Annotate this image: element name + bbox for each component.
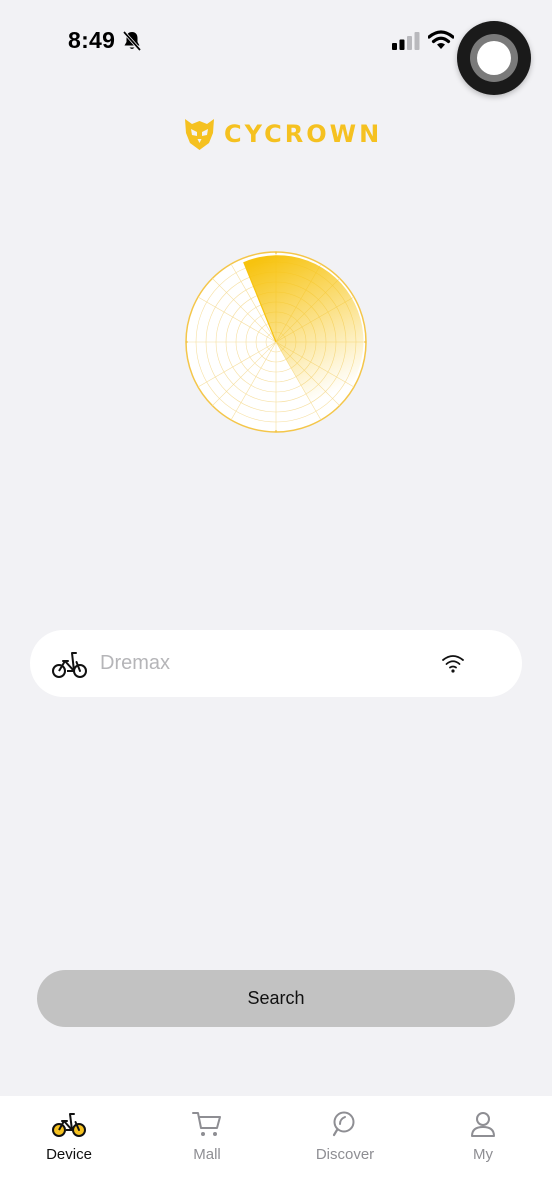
- status-time: 8:49: [68, 27, 116, 53]
- cart-icon: [192, 1112, 221, 1136]
- wifi-icon: [442, 655, 464, 673]
- tab-label: Device: [46, 1146, 92, 1163]
- tab-device[interactable]: Device: [19, 1110, 119, 1174]
- radar-scanner: [185, 251, 367, 433]
- device-name: Dremax: [100, 652, 171, 674]
- wifi-icon: [428, 30, 454, 49]
- tab-discover[interactable]: Discover: [295, 1110, 395, 1174]
- tab-my[interactable]: My: [433, 1110, 533, 1174]
- assistive-touch-core: [477, 41, 511, 75]
- device-list-item[interactable]: Dremax: [30, 630, 522, 697]
- bicycle-icon: [52, 1113, 86, 1137]
- brand-name: CYCROWN: [224, 120, 383, 148]
- compass-icon: [332, 1111, 355, 1137]
- tab-label: Discover: [315, 1146, 375, 1163]
- tab-label: My: [473, 1146, 493, 1163]
- search-button[interactable]: Search: [37, 970, 515, 1027]
- tab-label: Mall: [193, 1146, 221, 1163]
- status-bar: 8:49: [0, 0, 552, 95]
- brand-logo: CYCROWN: [183, 116, 382, 152]
- helmet-logo-icon: [185, 119, 214, 150]
- bell-slash-icon: [122, 30, 142, 52]
- person-icon: [471, 1112, 495, 1137]
- tab-mall[interactable]: Mall: [157, 1110, 257, 1174]
- cellular-signal-icon: [392, 32, 420, 50]
- assistive-touch-button[interactable]: [457, 21, 531, 95]
- bicycle-icon: [52, 652, 87, 678]
- tab-bar: Device Mall Discover My: [0, 1096, 552, 1200]
